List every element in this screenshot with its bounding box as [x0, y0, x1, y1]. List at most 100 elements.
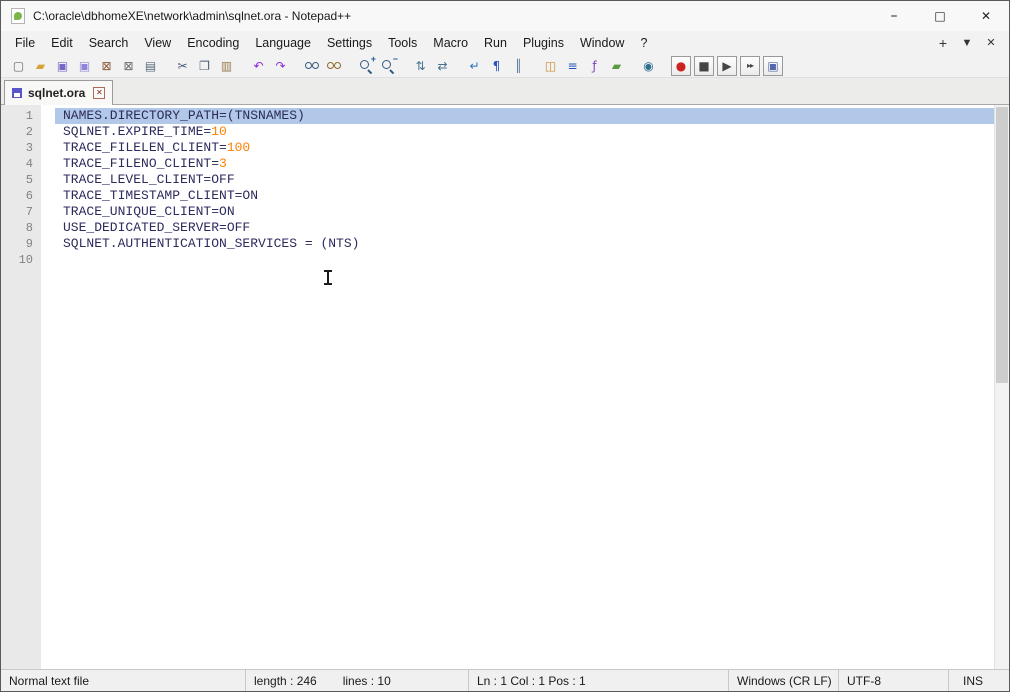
menu-view[interactable]: View	[136, 33, 179, 53]
folder-as-workspace-button[interactable]: ▰	[607, 56, 626, 75]
monitoring-button[interactable]: ◉	[639, 56, 658, 75]
status-lines: lines : 10	[342, 673, 391, 688]
sync-horizontal-scroll-button[interactable]: ⇄	[433, 56, 452, 75]
show-indent-guide-button[interactable]: ║	[509, 56, 528, 75]
code-line-5[interactable]: 5 TRACE_LEVEL_CLIENT=OFF	[1, 172, 1009, 188]
window-title: C:\oracle\dbhomeXE\network\admin\sqlnet.…	[33, 9, 352, 23]
cut-button[interactable]: ✂	[173, 56, 192, 75]
undo-button[interactable]: ↶	[249, 56, 268, 75]
menu-run[interactable]: Run	[476, 33, 515, 53]
save-file-button[interactable]: ▣	[53, 56, 72, 75]
status-eol-format[interactable]: Windows (CR LF)	[729, 670, 839, 691]
close-all-button[interactable]: ⊠	[119, 56, 138, 75]
tab-close-icon[interactable]: ✕	[93, 87, 106, 99]
line-number: 7	[25, 205, 33, 219]
find-replace-button[interactable]	[325, 56, 344, 75]
macro-save-button[interactable]: ▣	[763, 55, 783, 76]
code-line-1[interactable]: 1 NAMES.DIRECTORY_PATH=(TNSNAMES)	[1, 108, 1009, 124]
menu-tools[interactable]: Tools	[380, 33, 425, 53]
menu-encoding[interactable]: Encoding	[179, 33, 247, 53]
monitoring-icon: ◉	[643, 58, 654, 73]
fold-margin	[41, 252, 55, 268]
open-file-button[interactable]: ▰	[31, 56, 50, 75]
menu-plugins[interactable]: Plugins	[515, 33, 572, 53]
code-line-8[interactable]: 8 USE_DEDICATED_SERVER=OFF	[1, 220, 1009, 236]
code-line-2[interactable]: 2 SQLNET.EXPIRE_TIME=10	[1, 124, 1009, 140]
notepadpp-logo-icon	[11, 8, 25, 24]
scrollbar-thumb[interactable]	[996, 107, 1008, 383]
menubar-close-icon[interactable]: ✕	[979, 36, 1003, 49]
fold-margin	[41, 204, 55, 220]
status-doc-type: Normal text file	[1, 670, 246, 691]
tab-sqlnet-ora[interactable]: sqlnet.ora ✕	[4, 80, 114, 105]
menu-language[interactable]: Language	[247, 33, 319, 53]
menu-file[interactable]: File	[7, 33, 43, 53]
macro-record-button[interactable]: ●	[671, 55, 691, 76]
maximize-button[interactable]: □	[917, 1, 963, 31]
toolbar: ▢ ▰ ▣ ▣ ⊠ ⊠ ▤ ✂ ❐ ▥ ↶ ↷ + − ⇅ ⇄ ↵ ¶ ║ ◫ ≡ ƒ ▰ ◉ ● ■ ▶ ▸▸ ▣	[1, 54, 1009, 78]
show-all-characters-icon: ¶	[492, 58, 501, 73]
code-line-6[interactable]: 6 TRACE_TIMESTAMP_CLIENT=ON	[1, 188, 1009, 204]
code-line-4[interactable]: 4 TRACE_FILENO_CLIENT=3	[1, 156, 1009, 172]
menu-help[interactable]: ?	[632, 33, 655, 53]
fold-margin	[41, 188, 55, 204]
save-all-button[interactable]: ▣	[75, 56, 94, 75]
copy-button[interactable]: ❐	[195, 56, 214, 75]
plus-button[interactable]: +	[931, 35, 955, 51]
print-button[interactable]: ▤	[141, 56, 160, 75]
show-all-characters-button[interactable]: ¶	[487, 56, 506, 75]
zoom-out-button[interactable]: −	[379, 55, 398, 75]
menu-macro[interactable]: Macro	[425, 33, 476, 53]
sync-vertical-scroll-icon: ⇅	[415, 58, 426, 73]
new-file-icon: ▢	[12, 58, 25, 73]
menu-settings[interactable]: Settings	[319, 33, 380, 53]
find-button[interactable]	[303, 56, 322, 75]
line-text: TRACE_FILELEN_CLIENT=100	[55, 140, 994, 156]
minimize-button[interactable]: –	[871, 1, 917, 31]
menu-edit[interactable]: Edit	[43, 33, 81, 53]
document-list-button[interactable]: ≡	[563, 56, 582, 75]
close-button[interactable]: ✕	[963, 1, 1009, 31]
text-editing-area[interactable]: 1 NAMES.DIRECTORY_PATH=(TNSNAMES) 2 SQLNET.…	[1, 105, 1009, 268]
macro-run-multiple-button[interactable]: ▸▸	[740, 55, 760, 76]
document-map-icon: ◫	[544, 58, 557, 73]
code-line-9[interactable]: 9 SQLNET.AUTHENTICATION_SERVICES = (NTS)	[1, 236, 1009, 252]
new-file-button[interactable]: ▢	[9, 56, 28, 75]
macro-playback-icon: ▶	[722, 58, 732, 73]
line-number: 2	[25, 125, 33, 139]
paste-icon: ▥	[220, 58, 233, 73]
line-text	[55, 252, 994, 268]
word-wrap-button[interactable]: ↵	[465, 56, 484, 75]
line-text: NAMES.DIRECTORY_PATH=(TNSNAMES)	[55, 108, 994, 124]
token-number: 100	[226, 140, 251, 155]
status-encoding[interactable]: UTF-8	[839, 670, 949, 691]
find-replace-icon	[327, 60, 342, 72]
sync-horizontal-scroll-icon: ⇄	[437, 58, 448, 73]
macro-stop-button[interactable]: ■	[694, 55, 714, 76]
menu-search[interactable]: Search	[81, 33, 137, 53]
macro-playback-button[interactable]: ▶	[717, 55, 737, 76]
zoom-in-button[interactable]: +	[357, 55, 376, 75]
document-list-icon: ≡	[567, 58, 578, 73]
menu-window[interactable]: Window	[572, 33, 632, 53]
menubar: File Edit Search View Encoding Language Settin…	[1, 31, 1009, 54]
menubar-right-controls: + ▼ ✕	[931, 35, 1009, 51]
token-text: USE_DEDICATED_SERVER=OFF	[63, 220, 251, 235]
sync-vertical-scroll-button[interactable]: ⇅	[411, 56, 430, 75]
redo-button[interactable]: ↷	[271, 56, 290, 75]
status-insert-mode[interactable]: INS	[949, 670, 1009, 691]
vertical-scrollbar[interactable]	[994, 105, 1009, 669]
document-map-button[interactable]: ◫	[541, 56, 560, 75]
paste-button[interactable]: ▥	[217, 56, 236, 75]
status-caret-position: Ln : 1 Col : 1 Pos : 1	[469, 670, 729, 691]
line-number: 10	[18, 253, 33, 267]
function-list-button[interactable]: ƒ	[585, 56, 604, 75]
close-file-button[interactable]: ⊠	[97, 56, 116, 75]
redo-icon: ↷	[275, 58, 286, 73]
word-wrap-icon: ↵	[469, 58, 480, 73]
code-line-7[interactable]: 7 TRACE_UNIQUE_CLIENT=ON	[1, 204, 1009, 220]
macro-stop-icon: ■	[698, 58, 710, 73]
chevron-down-icon[interactable]: ▼	[955, 37, 979, 49]
code-line-10[interactable]: 10	[1, 252, 1009, 268]
code-line-3[interactable]: 3 TRACE_FILELEN_CLIENT=100	[1, 140, 1009, 156]
